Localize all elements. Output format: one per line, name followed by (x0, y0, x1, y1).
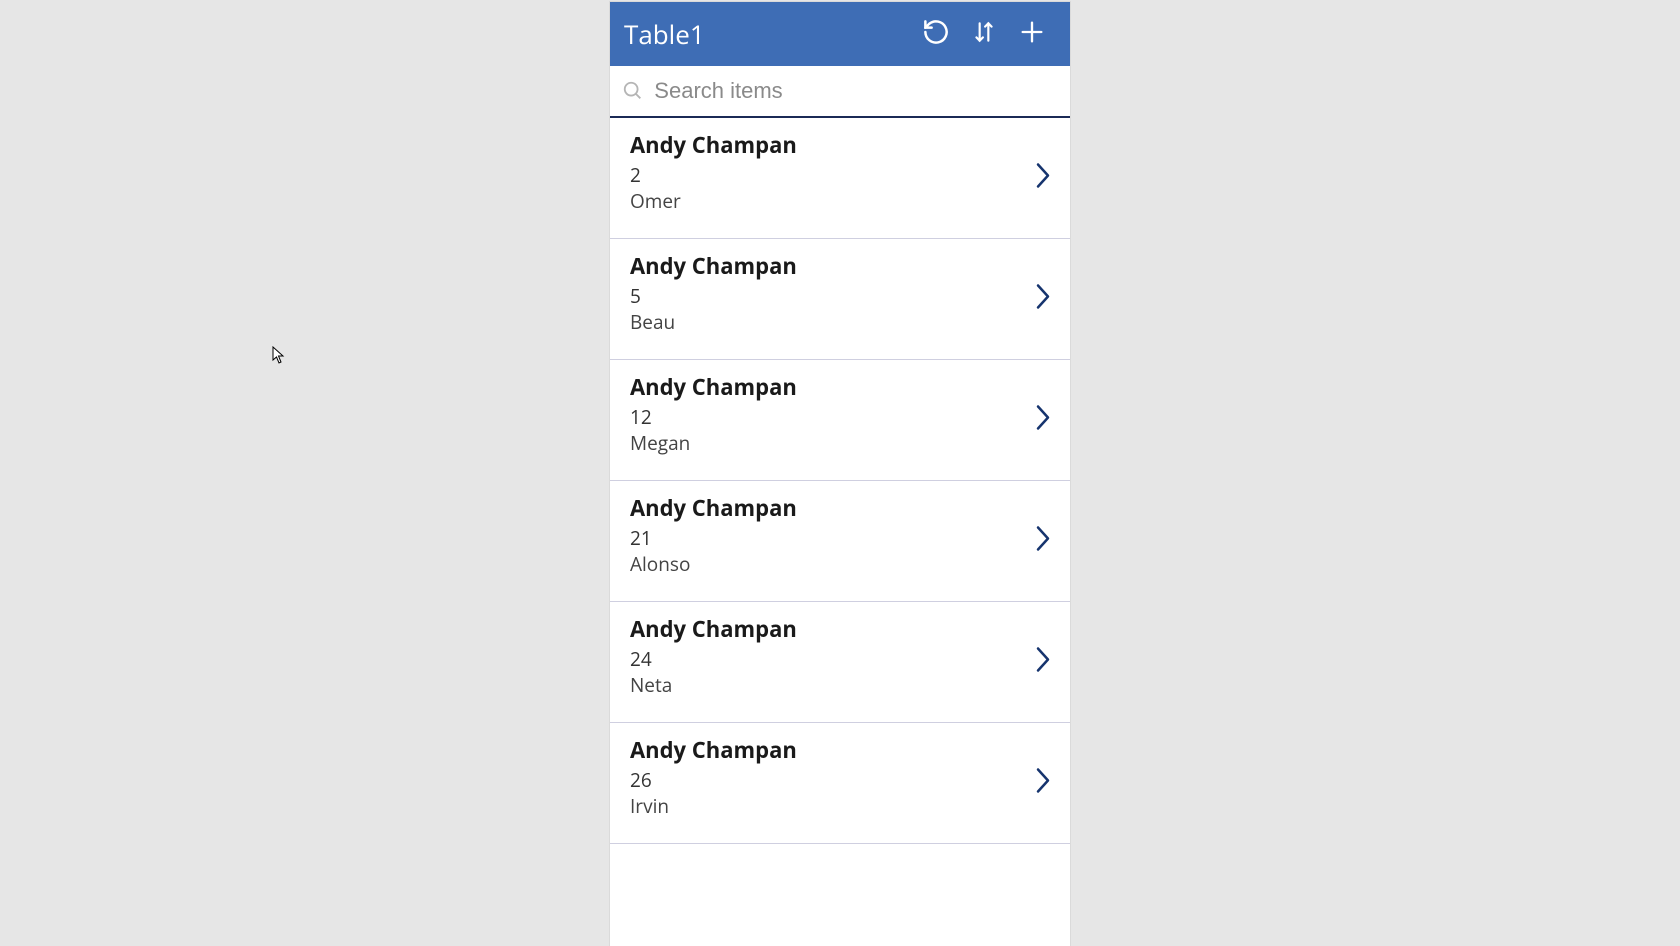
list-item[interactable]: Andy Champan2Omer (610, 118, 1070, 239)
item-title: Andy Champan (630, 735, 1050, 765)
list-item[interactable]: Andy Champan12Megan (610, 360, 1070, 481)
list-item[interactable]: Andy Champan26Irvin (610, 723, 1070, 844)
chevron-right-icon (1034, 403, 1052, 438)
item-name: Irvin (630, 793, 1050, 819)
item-number: 24 (630, 646, 1050, 672)
chevron-right-icon (1034, 282, 1052, 317)
chevron-right-icon (1034, 645, 1052, 680)
sort-icon (971, 17, 997, 52)
item-title: Andy Champan (630, 493, 1050, 523)
page-title: Table1 (624, 16, 912, 52)
chevron-right-icon (1034, 524, 1052, 559)
item-name: Omer (630, 188, 1050, 214)
item-name: Neta (630, 672, 1050, 698)
app-frame: Table1 (610, 2, 1070, 946)
title-bar: Table1 (610, 2, 1070, 66)
list-item[interactable]: Andy Champan24Neta (610, 602, 1070, 723)
item-title: Andy Champan (630, 251, 1050, 281)
item-title: Andy Champan (630, 372, 1050, 402)
list-item[interactable]: Andy Champan21Alonso (610, 481, 1070, 602)
refresh-button[interactable] (912, 10, 960, 58)
add-button[interactable] (1008, 10, 1056, 58)
item-name: Alonso (630, 551, 1050, 577)
item-number: 5 (630, 283, 1050, 309)
item-name: Megan (630, 430, 1050, 456)
chevron-right-icon (1034, 766, 1052, 801)
item-title: Andy Champan (630, 614, 1050, 644)
plus-icon (1018, 18, 1046, 51)
list-item[interactable]: Andy Champan5Beau (610, 239, 1070, 360)
items-list: Andy Champan2OmerAndy Champan5BeauAndy C… (610, 118, 1070, 946)
item-name: Beau (630, 309, 1050, 335)
item-number: 12 (630, 404, 1050, 430)
search-bar[interactable] (610, 66, 1070, 118)
search-icon (620, 80, 646, 102)
item-title: Andy Champan (630, 130, 1050, 160)
cursor-icon (272, 346, 286, 369)
refresh-icon (921, 17, 951, 52)
chevron-right-icon (1034, 161, 1052, 196)
item-number: 2 (630, 162, 1050, 188)
item-number: 26 (630, 767, 1050, 793)
item-number: 21 (630, 525, 1050, 551)
sort-button[interactable] (960, 10, 1008, 58)
search-input[interactable] (646, 78, 1060, 104)
